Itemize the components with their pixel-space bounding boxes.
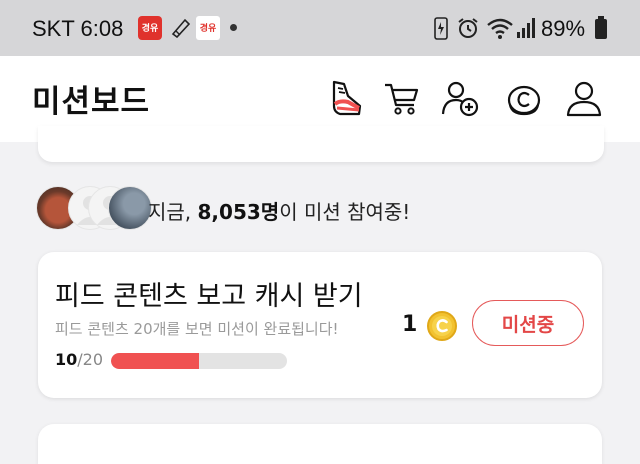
participants-row: 지금, 8,053명이 미션 참여중! bbox=[36, 186, 616, 230]
coin-icon[interactable] bbox=[504, 78, 544, 118]
progress-current: 10 bbox=[55, 350, 78, 369]
next-mission-card bbox=[38, 424, 602, 464]
profile-icon[interactable] bbox=[564, 78, 604, 118]
mission-card[interactable]: 피드 콘텐츠 보고 캐시 받기 피드 콘텐츠 20개를 보면 미션이 완료됩니다… bbox=[38, 252, 602, 398]
participants-text: 지금, 8,053명이 미션 참여중! bbox=[148, 196, 410, 225]
progress-bar bbox=[111, 353, 287, 369]
battery-icon bbox=[594, 16, 608, 46]
participants-count: 8,053명 bbox=[197, 200, 280, 224]
pencil-notification-icon bbox=[170, 16, 192, 39]
battery-level: 89% bbox=[541, 16, 586, 41]
app-notification-icon: 경유 bbox=[138, 16, 162, 40]
wifi-icon bbox=[486, 16, 514, 46]
battery-saver-icon bbox=[434, 16, 448, 46]
participants-suffix: 이 미션 참여중! bbox=[279, 200, 411, 224]
progress-fill bbox=[111, 353, 199, 369]
cart-icon[interactable] bbox=[382, 78, 422, 118]
sneaker-icon[interactable] bbox=[326, 78, 366, 118]
more-notifications-dot bbox=[230, 24, 237, 31]
status-bar: SKT 6:08 경유 경유 89% bbox=[0, 0, 640, 56]
mission-title: 피드 콘텐츠 보고 캐시 받기 bbox=[55, 281, 363, 312]
previous-mission-card bbox=[38, 126, 604, 162]
avatar bbox=[108, 186, 152, 230]
signal-icon bbox=[516, 18, 536, 44]
page-title: 미션보드 bbox=[32, 84, 151, 120]
reward-amount: 1 bbox=[402, 312, 418, 337]
add-friend-icon[interactable] bbox=[440, 78, 480, 118]
mission-status-button[interactable]: 미션중 bbox=[472, 300, 584, 346]
progress-total: /20 bbox=[77, 350, 104, 369]
progress-label: 10/20 bbox=[55, 350, 103, 369]
cash-coin-icon bbox=[426, 310, 458, 342]
alarm-icon bbox=[456, 16, 480, 46]
participants-prefix: 지금, bbox=[148, 200, 198, 224]
carrier-time: SKT 6:08 bbox=[32, 16, 124, 41]
app-notification-icon-2: 경유 bbox=[196, 16, 220, 40]
mission-description: 피드 콘텐츠 20개를 보면 미션이 완료됩니다! bbox=[55, 320, 339, 338]
